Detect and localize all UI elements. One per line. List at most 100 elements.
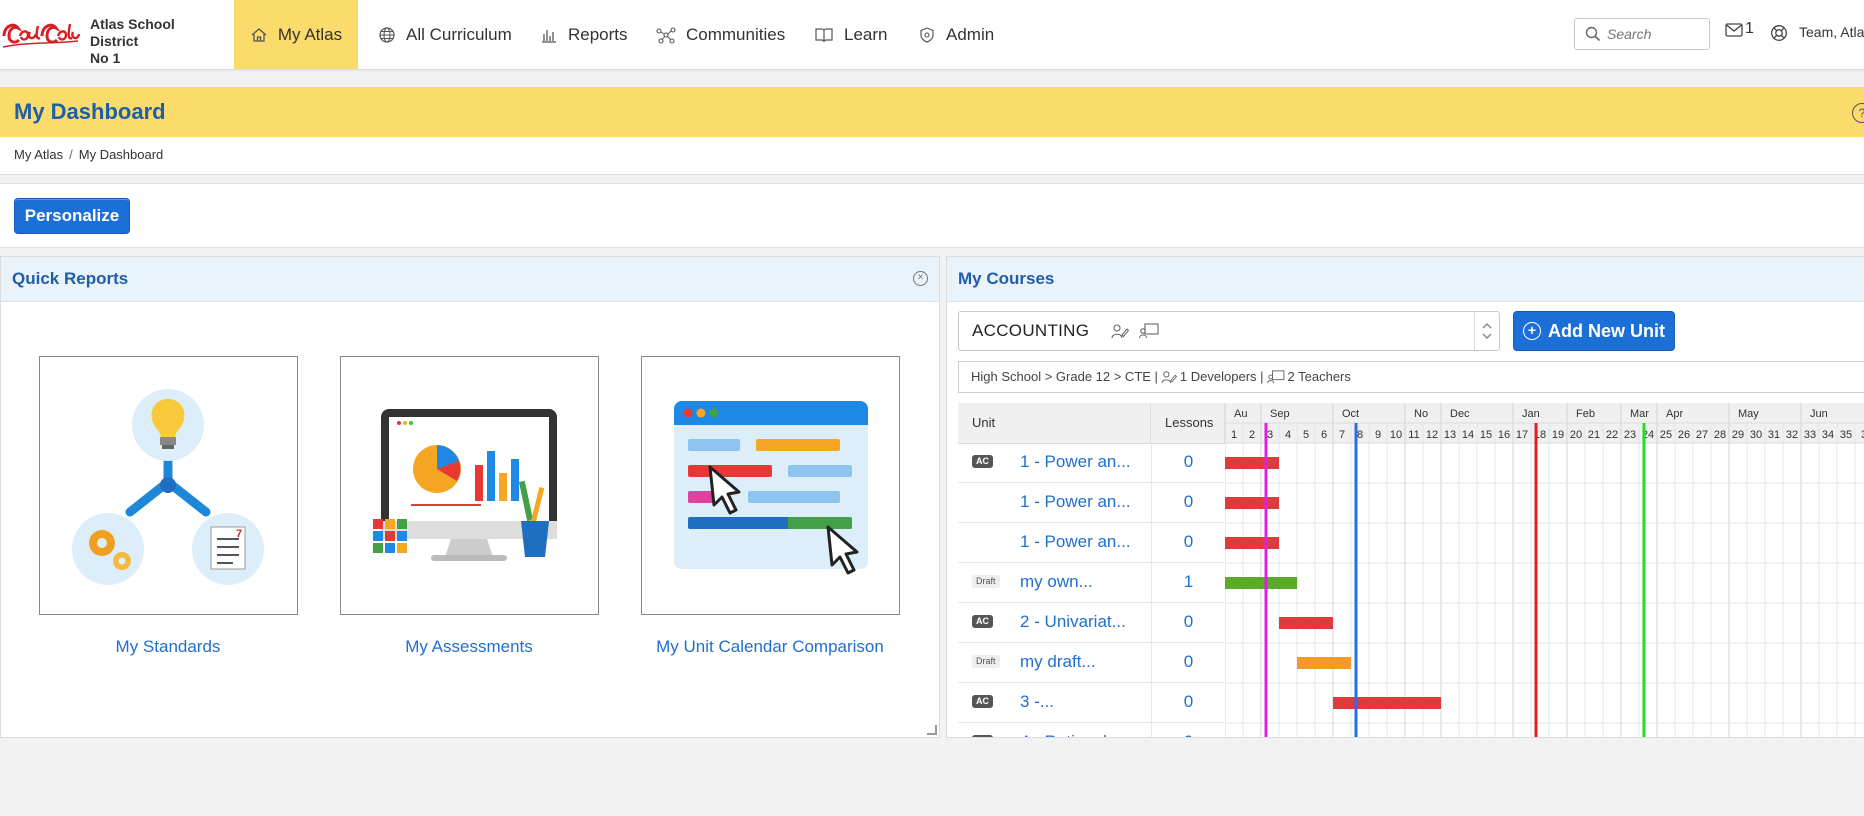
lesson-count[interactable]: 0 [1151,443,1225,482]
my-assessments-card[interactable] [340,356,599,615]
quick-reports-panel: Quick Reports × 7 My Standards My Assess… [0,256,940,738]
network-icon [656,26,676,44]
week-label: 13 [1444,429,1456,441]
search-icon [1585,26,1601,42]
month-label: Au [1234,408,1247,420]
help-icon[interactable]: ? [1852,103,1864,123]
lesson-count[interactable]: 0 [1151,603,1225,642]
my-assessments-link[interactable]: My Assessments [319,637,619,657]
shield-icon [920,26,934,43]
nav-all-curriculum[interactable]: All Curriculum [378,0,512,69]
personalize-button[interactable]: Personalize [14,198,130,234]
unit-timeline: 1 2 3 4 5 6 7 8 9 10 11 12 13 14 15 16 17 18 19 20 21 22 23 24 2… [1225,403,1864,737]
unit-row[interactable]: AC 2 - Univariat... 0 [958,603,1224,643]
add-new-unit-button[interactable]: + Add New Unit [1513,311,1675,351]
search-box[interactable] [1574,18,1710,50]
top-navigation: Atlas School District No 1 My Atlas All … [0,0,1864,70]
unit-row[interactable]: AC 1 - Power an... 0 [958,443,1224,483]
developers-count[interactable]: 1 Developers | [1180,369,1264,384]
user-menu[interactable]: Team, Atlas [1799,24,1864,40]
week-label: 12 [1426,429,1438,441]
unit-row[interactable]: AC 4 - Rational... 0 [958,723,1224,737]
lesson-count[interactable]: 0 [1151,523,1225,562]
week-label: 5 [1303,429,1309,441]
my-standards-link[interactable]: My Standards [18,637,318,657]
nav-my-atlas[interactable]: My Atlas [234,0,358,69]
unit-bar [1297,657,1351,669]
unit-name-link[interactable]: my own... [1020,572,1093,592]
teacher-icon [1139,323,1160,339]
week-label: 16 [1498,429,1510,441]
mail-icon [1725,23,1743,37]
developer-icon [1161,370,1177,383]
column-header-lessons: Lessons [1151,403,1225,444]
course-select[interactable]: ACCOUNTING [958,311,1500,351]
nav-communities[interactable]: Communities [656,0,785,69]
breadcrumb-my-dashboard: My Dashboard [78,147,164,162]
week-label: 23 [1624,429,1636,441]
svg-text:7: 7 [236,528,242,540]
unit-name-link[interactable]: 3 -... [1020,692,1054,712]
unit-row[interactable]: 1 - Power an... 0 [958,483,1224,523]
unit-name-link[interactable]: my draft... [1020,652,1096,672]
plus-icon: + [1523,322,1541,340]
week-label: 1 [1231,429,1237,441]
unit-bar [1225,537,1279,549]
week-label: 35 [1840,429,1852,441]
month-label: Sep [1270,408,1290,420]
search-input[interactable] [1605,23,1705,45]
unit-name-link[interactable]: 2 - Univariat... [1020,612,1126,632]
select-arrows[interactable] [1474,312,1499,350]
resize-handle[interactable] [927,725,937,735]
my-unit-calendar-link[interactable]: My Unit Calendar Comparison [620,637,920,657]
breadcrumb: My Atlas / My Dashboard [14,147,164,162]
unit-bar [1225,457,1279,469]
lesson-count[interactable]: 0 [1151,723,1225,737]
close-icon[interactable]: × [913,271,928,286]
district-name: Atlas School District No 1 [90,16,175,66]
my-courses-header: My Courses [947,257,1864,302]
unit-row[interactable]: Draft my own... 1 [958,563,1224,603]
unit-row[interactable]: Draft my draft... 0 [958,643,1224,683]
lesson-count[interactable]: 0 [1151,643,1225,682]
lifebuoy-icon[interactable] [1770,24,1788,42]
unit-calendar-grid: Unit Lessons AC 1 - Power an... 0 1 - Power… [958,403,1864,737]
my-standards-card[interactable]: 7 [39,356,298,615]
week-label: 21 [1588,429,1600,441]
unit-name-link[interactable]: 1 - Power an... [1020,452,1131,472]
district-logo[interactable] [0,14,80,52]
breadcrumb-my-atlas[interactable]: My Atlas [14,147,63,162]
week-label: 14 [1462,429,1474,441]
month-label: Jun [1810,408,1828,420]
week-label: 3 [1267,429,1273,441]
calendar-compare-icon [674,401,868,575]
lesson-count[interactable]: 0 [1151,483,1225,522]
week-label: 4 [1285,429,1291,441]
nav-reports[interactable]: Reports [540,0,628,69]
week-label: 28 [1714,429,1726,441]
unit-name-link[interactable]: 4 - Rational... [1020,732,1121,737]
unit-name-link[interactable]: 1 - Power an... [1020,492,1131,512]
my-unit-calendar-card[interactable] [641,356,900,615]
week-label: 34 [1822,429,1834,441]
unit-bar [1279,617,1333,629]
breadcrumb-bar: My Atlas / My Dashboard [0,137,1864,175]
dashboard-header: My Dashboard ? [0,87,1864,137]
ac-badge: AC [972,615,993,628]
nav-learn[interactable]: Learn [814,0,887,69]
globe-icon [379,26,395,43]
nav-admin[interactable]: Admin [918,0,994,69]
draft-badge: Draft [972,575,1000,588]
quick-reports-title: Quick Reports [12,269,129,288]
week-label: 9 [1375,429,1381,441]
unit-row[interactable]: AC 3 -... 0 [958,683,1224,723]
messages[interactable]: 1 [1725,20,1754,38]
unit-row[interactable]: 1 - Power an... 0 [958,523,1224,563]
teachers-count[interactable]: 2 Teachers [1288,369,1351,384]
month-label: Dec [1450,408,1470,420]
lesson-count[interactable]: 0 [1151,683,1225,722]
lesson-count[interactable]: 1 [1151,563,1225,602]
ac-badge: AC [972,735,993,737]
chevron-updown-icon [1482,323,1492,339]
unit-name-link[interactable]: 1 - Power an... [1020,532,1131,552]
